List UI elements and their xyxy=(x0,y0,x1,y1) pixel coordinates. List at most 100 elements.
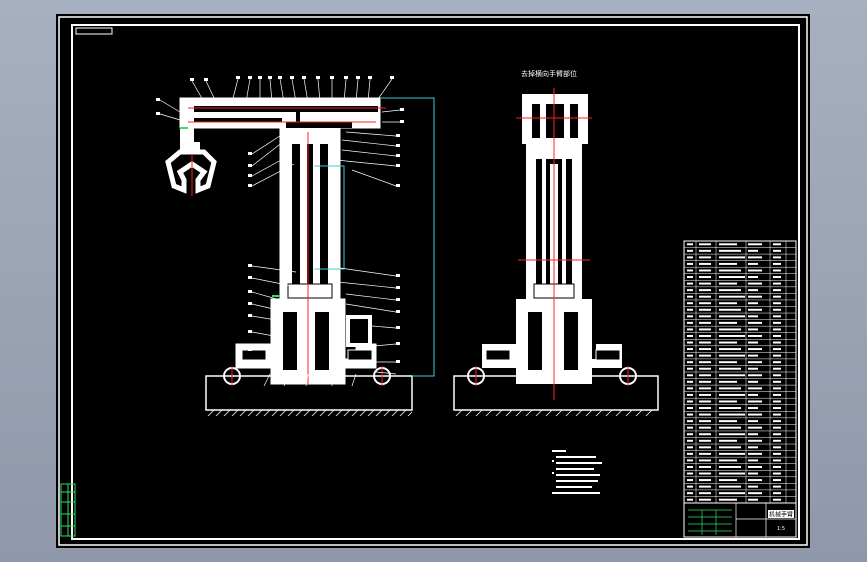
bom-cell-mark xyxy=(748,452,762,455)
bom-cell-mark xyxy=(699,400,711,403)
title-block[interactable]: 机械手臂 1:5 xyxy=(683,502,797,538)
bom-cell-mark xyxy=(719,393,745,396)
bom-cell-mark xyxy=(748,334,762,337)
bom-cell-mark xyxy=(773,321,781,324)
bom-cell-mark xyxy=(719,334,745,337)
bom-cell-mark xyxy=(699,315,711,318)
bom-cell-mark xyxy=(687,485,693,488)
bom-cell-mark xyxy=(719,439,737,442)
bom-cell-mark xyxy=(699,262,711,265)
bom-cell-mark xyxy=(773,387,781,390)
bom-cell-mark xyxy=(719,374,745,377)
bom-cell-mark xyxy=(719,295,745,298)
cad-drawing-canvas[interactable]: 去掉横向手臂部位 机械手臂 1:5 xyxy=(56,14,810,548)
bom-cell-mark xyxy=(687,407,693,410)
bom-cell-mark xyxy=(687,348,693,351)
bom-cell-mark xyxy=(748,459,758,462)
bom-cell-mark xyxy=(699,407,711,410)
bom-cell-mark xyxy=(773,302,781,305)
bom-cell-mark xyxy=(748,492,762,495)
bom-cell-mark xyxy=(719,367,741,370)
bom-cell-mark xyxy=(687,420,693,423)
bom-cell-mark xyxy=(699,361,711,364)
bom-cell-mark xyxy=(699,354,711,357)
bom-cell-mark xyxy=(699,387,711,390)
title-block-scale: 1:5 xyxy=(777,526,785,532)
bom-cell-mark xyxy=(699,289,711,292)
bom-cell-mark xyxy=(773,452,781,455)
bom-cell-mark xyxy=(719,321,737,324)
bom-cell-mark xyxy=(748,393,758,396)
bom-cell-mark xyxy=(748,485,758,488)
bom-cell-mark xyxy=(773,446,781,449)
bom-cell-mark xyxy=(773,249,781,252)
bom-cell-mark xyxy=(687,374,693,377)
bom-cell-mark xyxy=(699,374,711,377)
bom-cell-mark xyxy=(687,446,693,449)
bom-cell-mark xyxy=(687,472,693,475)
sheet-outer-border xyxy=(58,16,808,546)
bom-cell-mark xyxy=(719,361,737,364)
bom-cell-mark xyxy=(773,374,781,377)
bom-cell-mark xyxy=(773,282,781,285)
bom-cell-mark xyxy=(687,262,693,265)
bom-cell-mark xyxy=(748,400,762,403)
bom-cell-mark xyxy=(687,479,693,482)
bom-cell-mark xyxy=(773,393,781,396)
bom-cell-mark xyxy=(748,243,762,246)
bom-cell-mark xyxy=(687,361,693,364)
bom-cell-mark xyxy=(719,269,741,272)
bom-cell-mark xyxy=(719,465,741,468)
bom-cell-mark xyxy=(773,334,781,337)
bom-cell-mark xyxy=(687,413,693,416)
bom-cell-mark xyxy=(748,289,758,292)
bom-cell-mark xyxy=(773,243,781,246)
bom-cell-mark xyxy=(719,426,741,429)
bom-cell-mark xyxy=(719,387,741,390)
bom-cell-mark xyxy=(773,407,781,410)
bom-cell-mark xyxy=(719,341,737,344)
bom-cell-mark xyxy=(719,446,741,449)
side-view[interactable]: 去掉横向手臂部位 xyxy=(453,69,659,417)
bom-cell-mark xyxy=(748,439,762,442)
front-view[interactable] xyxy=(156,76,435,417)
parts-list-table[interactable] xyxy=(683,240,797,504)
bom-cell-mark xyxy=(719,452,745,455)
bom-cell-mark xyxy=(687,439,693,442)
bom-cell-mark xyxy=(699,321,711,324)
bom-cell-mark xyxy=(687,387,693,390)
bom-cell-mark xyxy=(773,459,781,462)
bom-cell-mark xyxy=(719,354,745,357)
bom-cell-mark xyxy=(687,354,693,357)
bom-cell-mark xyxy=(719,485,741,488)
bom-cell-mark xyxy=(748,256,762,259)
bom-cell-mark xyxy=(699,479,711,482)
bom-cell-mark xyxy=(719,413,745,416)
bom-cell-mark xyxy=(773,426,781,429)
bom-cell-mark xyxy=(773,256,781,259)
bom-cell-mark xyxy=(699,367,711,370)
bom-cell-mark xyxy=(687,315,693,318)
cad-viewport[interactable]: 去掉横向手臂部位 机械手臂 1:5 xyxy=(0,0,867,562)
bom-cell-mark xyxy=(773,295,781,298)
bom-cell-mark xyxy=(699,295,711,298)
bom-cell-mark xyxy=(699,249,711,252)
bom-cell-mark xyxy=(719,380,737,383)
bom-cell-mark xyxy=(748,315,758,318)
bom-cell-mark xyxy=(699,420,711,423)
bom-cell-mark xyxy=(748,341,758,344)
side-ground-hatching xyxy=(454,409,658,417)
bom-cell-mark xyxy=(748,479,762,482)
bom-cell-mark xyxy=(748,302,758,305)
bom-cell-mark xyxy=(687,452,693,455)
bom-cell-mark xyxy=(748,321,762,324)
frame-corner-mark xyxy=(75,27,113,35)
drawing-sheet[interactable]: 去掉横向手臂部位 机械手臂 1:5 xyxy=(56,14,810,548)
bom-cell-mark xyxy=(719,276,745,279)
bom-cell-mark xyxy=(748,498,758,501)
bom-cell-mark xyxy=(699,433,711,436)
bom-cell-mark xyxy=(719,420,737,423)
bom-cell-mark xyxy=(773,439,781,442)
bom-cell-mark xyxy=(719,308,741,311)
bom-cell-mark xyxy=(719,407,741,410)
